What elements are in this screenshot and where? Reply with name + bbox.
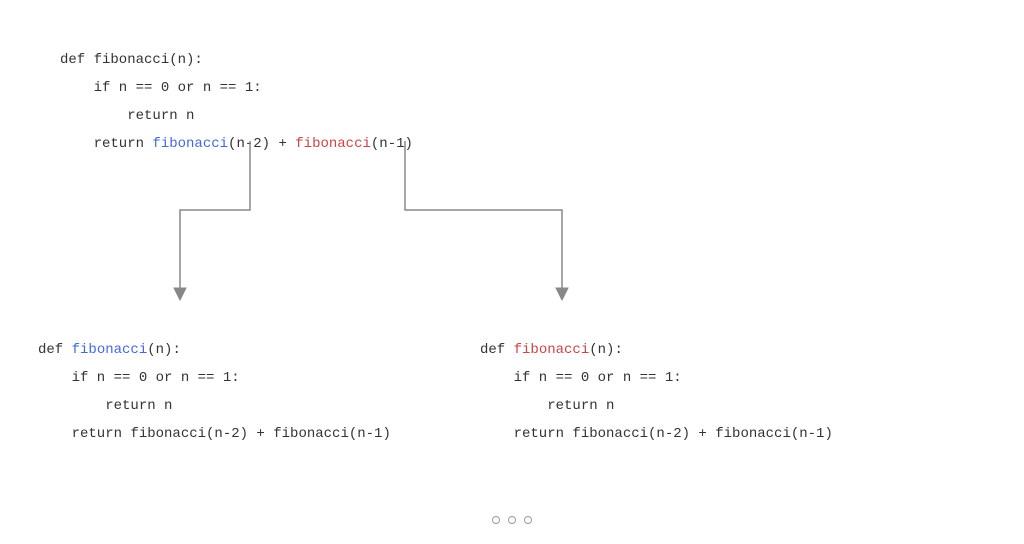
- func-name-blue: fibonacci: [72, 342, 148, 358]
- call-right: fibonacci: [295, 136, 371, 152]
- pagination-dots: [492, 516, 532, 524]
- code-line-2: if n == 0 or n == 1:: [480, 370, 682, 386]
- code-line-3: return n: [480, 398, 614, 414]
- call-left: fibonacci: [152, 136, 228, 152]
- code-line-1: def fibonacci(n):: [38, 342, 181, 358]
- code-top: def fibonacci(n): if n == 0 or n == 1: r…: [60, 18, 413, 158]
- dot-3[interactable]: [524, 516, 532, 524]
- code-line-3: return n: [38, 398, 172, 414]
- code-line-2: if n == 0 or n == 1:: [38, 370, 240, 386]
- code-line-1: def fibonacci(n):: [60, 52, 203, 68]
- code-bottom-right: def fibonacci(n): if n == 0 or n == 1: r…: [480, 308, 833, 448]
- dot-2[interactable]: [508, 516, 516, 524]
- code-line-4: return fibonacci(n-2) + fibonacci(n-1): [60, 136, 413, 152]
- code-bottom-left: def fibonacci(n): if n == 0 or n == 1: r…: [38, 308, 391, 448]
- code-line-1: def fibonacci(n):: [480, 342, 623, 358]
- code-line-4: return fibonacci(n-2) + fibonacci(n-1): [38, 426, 391, 442]
- dot-1[interactable]: [492, 516, 500, 524]
- code-line-3: return n: [60, 108, 194, 124]
- code-line-2: if n == 0 or n == 1:: [60, 80, 262, 96]
- func-name-red: fibonacci: [514, 342, 590, 358]
- code-line-4: return fibonacci(n-2) + fibonacci(n-1): [480, 426, 833, 442]
